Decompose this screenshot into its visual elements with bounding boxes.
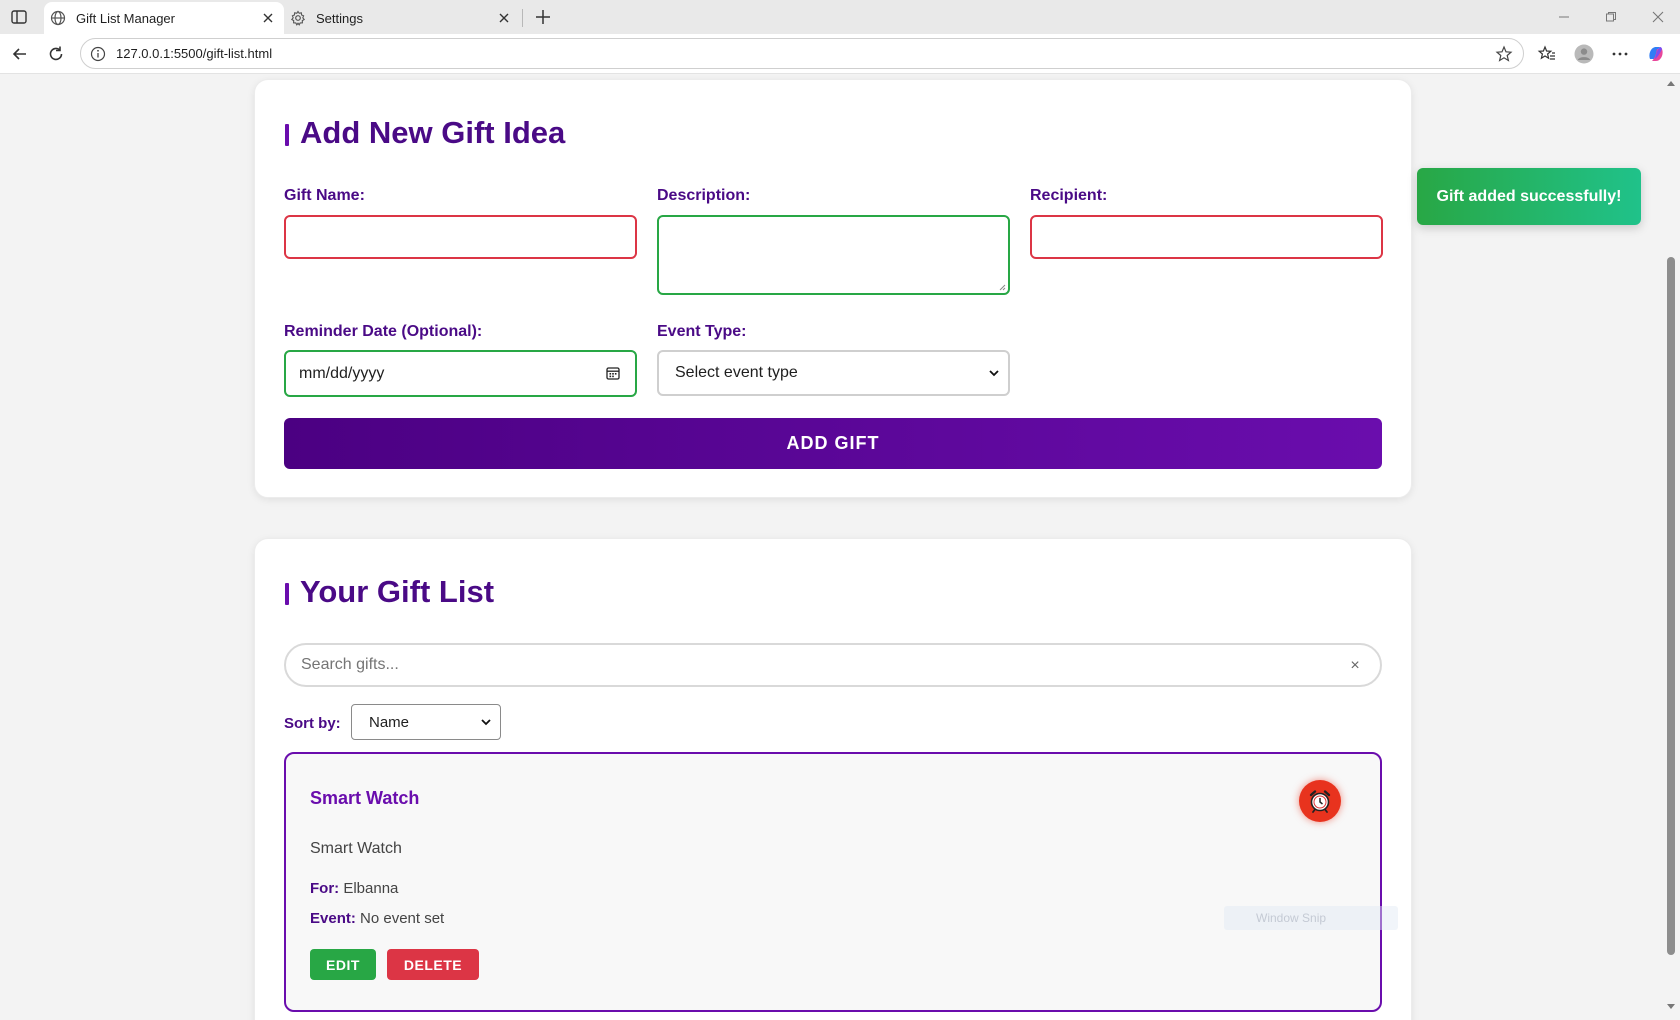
description-label: Description:: [657, 187, 751, 204]
scrollbar-thumb[interactable]: [1667, 257, 1675, 955]
recipient-input[interactable]: [1030, 215, 1383, 259]
gift-list-card: Your Gift List Search gifts... × Sort by…: [254, 538, 1412, 1020]
browser-tabstrip: Gift List Manager Settings: [0, 0, 1680, 34]
event-type-select[interactable]: Select event type: [657, 350, 1010, 396]
event-type-selected: Select event type: [675, 364, 798, 381]
event-type-label: Event Type:: [657, 323, 747, 340]
event-label: Event:: [310, 910, 356, 927]
globe-icon: [50, 10, 66, 26]
reload-icon[interactable]: [46, 44, 66, 64]
success-toast: Gift added successfully!: [1417, 168, 1641, 225]
gift-recipient-row: For: Elbanna: [310, 880, 398, 897]
back-icon[interactable]: [10, 44, 30, 64]
recipient-label: Recipient:: [1030, 187, 1108, 204]
gift-list-heading: Your Gift List: [285, 574, 494, 610]
copilot-icon[interactable]: [1646, 44, 1666, 64]
gear-icon: [290, 10, 306, 26]
gift-recipient: Elbanna: [343, 880, 399, 897]
clear-search-icon[interactable]: ×: [1348, 657, 1362, 674]
page-scrollbar[interactable]: [1662, 75, 1680, 1020]
sort-select[interactable]: Name: [351, 704, 501, 740]
close-tab-icon[interactable]: [260, 10, 276, 26]
new-tab-icon[interactable]: [532, 6, 554, 28]
gift-event-row: Event: No event set: [310, 910, 444, 927]
gift-event: No event set: [360, 910, 445, 927]
gift-name-label: Gift Name:: [284, 187, 365, 204]
more-options-icon[interactable]: [1610, 44, 1630, 64]
profile-avatar-icon[interactable]: [1574, 44, 1594, 64]
tab-gift-list-manager[interactable]: Gift List Manager: [44, 2, 284, 34]
heading-accent-bar: [285, 124, 289, 146]
reminder-date-input[interactable]: mm/dd/yyyy: [284, 350, 637, 397]
window-snip-overlay: Window Snip: [1224, 906, 1398, 930]
add-gift-title: Add New Gift Idea: [300, 115, 566, 150]
url-text: 127.0.0.1:5500/gift-list.html: [116, 46, 273, 61]
add-gift-button[interactable]: ADD GIFT: [284, 418, 1382, 469]
minimize-icon[interactable]: [1555, 8, 1573, 26]
delete-button[interactable]: DELETE: [387, 949, 479, 980]
sort-selected: Name: [369, 713, 410, 731]
alarm-clock-icon[interactable]: [1299, 780, 1341, 822]
gift-description: Smart Watch: [310, 840, 402, 857]
add-gift-card: Add New Gift Idea Gift Name: Description…: [254, 79, 1412, 498]
gift-name: Smart Watch: [310, 788, 420, 808]
reminder-date-placeholder: mm/dd/yyyy: [299, 364, 385, 382]
heading-accent-bar: [285, 583, 289, 605]
sort-label: Sort by:: [284, 715, 341, 732]
site-info-icon[interactable]: [90, 46, 106, 62]
tab-divider: [522, 9, 523, 27]
gift-list-title: Your Gift List: [300, 574, 495, 609]
browser-toolbar: 127.0.0.1:5500/gift-list.html: [0, 34, 1680, 74]
scroll-up-icon[interactable]: [1666, 79, 1676, 87]
close-window-icon[interactable]: [1649, 8, 1667, 26]
restore-icon[interactable]: [1602, 8, 1620, 26]
sidebar-toggle-icon[interactable]: [10, 8, 28, 26]
edit-button[interactable]: EDIT: [310, 949, 376, 980]
page-viewport: Add New Gift Idea Gift Name: Description…: [0, 75, 1662, 1020]
tab-title: Settings: [316, 10, 363, 26]
address-bar[interactable]: 127.0.0.1:5500/gift-list.html: [80, 38, 1524, 69]
for-label: For:: [310, 880, 340, 897]
search-placeholder: Search gifts...: [301, 656, 399, 673]
gift-item-card: Smart Watch Smart Watch For: Elbanna Eve…: [284, 752, 1382, 1012]
close-tab-icon[interactable]: [496, 10, 512, 26]
search-input[interactable]: Search gifts... ×: [284, 643, 1382, 687]
scroll-down-icon[interactable]: [1666, 1003, 1676, 1011]
tab-title: Gift List Manager: [76, 10, 175, 26]
calendar-icon[interactable]: [605, 365, 621, 381]
favorites-icon[interactable]: [1537, 44, 1557, 64]
description-textarea[interactable]: [657, 215, 1010, 295]
favorite-star-icon[interactable]: [1495, 44, 1513, 63]
resize-grip-icon[interactable]: [998, 283, 1006, 291]
reminder-date-label: Reminder Date (Optional):: [284, 323, 483, 340]
chevron-down-icon: [481, 719, 491, 726]
chevron-down-icon: [989, 370, 999, 377]
gift-name-input[interactable]: [284, 215, 637, 259]
tab-settings[interactable]: Settings: [284, 2, 520, 34]
add-gift-heading: Add New Gift Idea: [285, 115, 565, 151]
